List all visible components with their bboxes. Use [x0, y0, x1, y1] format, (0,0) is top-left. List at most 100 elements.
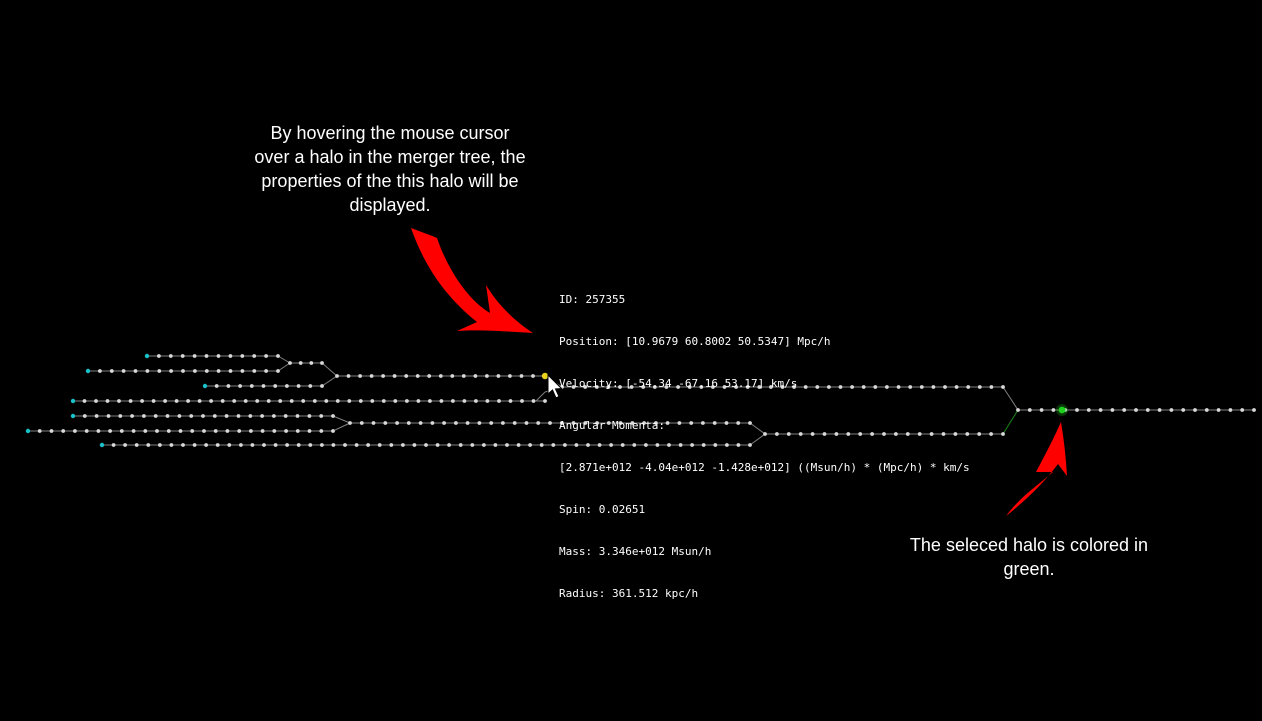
halo-node[interactable] [477, 421, 482, 425]
halo-node[interactable] [1216, 408, 1221, 412]
halo-node[interactable] [346, 374, 351, 378]
halo-node[interactable] [118, 414, 123, 418]
halo-node[interactable] [308, 384, 313, 388]
halo-node[interactable] [296, 384, 301, 388]
halo-node[interactable] [157, 369, 162, 373]
halo-node[interactable] [359, 421, 364, 425]
halo-node[interactable] [1134, 408, 1138, 412]
halo-node[interactable] [192, 443, 197, 447]
halo-node[interactable] [438, 374, 443, 378]
halo-node[interactable] [343, 443, 347, 447]
halo-node[interactable] [309, 361, 314, 365]
halo-node[interactable] [428, 399, 432, 403]
halo-node[interactable] [239, 443, 243, 447]
halo-node[interactable] [1086, 408, 1091, 412]
halo-node[interactable] [192, 354, 197, 358]
halo-node[interactable] [37, 429, 42, 433]
halo-node[interactable] [186, 399, 191, 403]
halo-node[interactable] [209, 399, 214, 403]
halo-node[interactable] [512, 421, 517, 425]
halo-node[interactable] [214, 384, 219, 388]
halo-node[interactable] [98, 369, 102, 373]
halo-node[interactable] [278, 399, 283, 403]
halo-node[interactable] [181, 443, 185, 447]
halo-node[interactable] [1157, 408, 1162, 412]
halo-node[interactable] [155, 429, 159, 433]
halo-node[interactable] [335, 399, 340, 403]
halo-node[interactable] [1051, 408, 1056, 412]
halo-node[interactable] [501, 421, 505, 425]
halo-node[interactable] [168, 354, 173, 358]
halo-node[interactable] [49, 429, 54, 433]
leaf-halo-node[interactable] [144, 353, 150, 359]
halo-node[interactable] [260, 414, 264, 418]
halo-node[interactable] [225, 429, 230, 433]
halo-node[interactable] [989, 385, 994, 389]
halo-node[interactable] [450, 374, 455, 378]
halo-node[interactable] [308, 443, 313, 447]
halo-node[interactable] [485, 374, 489, 378]
halo-node[interactable] [516, 443, 521, 447]
halo-node[interactable] [320, 361, 324, 365]
halo-node[interactable] [166, 429, 171, 433]
halo-node[interactable] [1252, 408, 1256, 412]
halo-node[interactable] [347, 399, 352, 403]
halo-node[interactable] [442, 421, 446, 425]
halo-node[interactable] [551, 443, 556, 447]
halo-node[interactable] [424, 443, 428, 447]
halo-node[interactable] [383, 421, 388, 425]
halo-node[interactable] [163, 399, 168, 403]
leaf-halo-node[interactable] [70, 413, 76, 419]
halo-node[interactable] [497, 399, 501, 403]
halo-node[interactable] [236, 414, 241, 418]
halo-node[interactable] [435, 443, 440, 447]
halo-node[interactable] [272, 429, 277, 433]
halo-node[interactable] [298, 361, 303, 365]
halo-node[interactable] [240, 369, 245, 373]
leaf-halo-node[interactable] [99, 442, 105, 448]
halo-node[interactable] [977, 432, 982, 436]
halo-node[interactable] [458, 443, 463, 447]
halo-node[interactable] [204, 354, 209, 358]
halo-node[interactable] [243, 399, 248, 403]
halo-node[interactable] [505, 443, 509, 447]
halo-node[interactable] [261, 384, 266, 388]
halo-node[interactable] [381, 374, 385, 378]
halo-node[interactable] [240, 354, 245, 358]
halo-node[interactable] [226, 384, 231, 388]
halo-node[interactable] [215, 443, 220, 447]
halo-node[interactable] [202, 429, 206, 433]
halo-node[interactable] [142, 414, 146, 418]
halo-node[interactable] [370, 399, 375, 403]
halo-node[interactable] [106, 414, 111, 418]
halo-node[interactable] [415, 374, 420, 378]
selected-halo-node[interactable] [1058, 406, 1066, 414]
halo-node[interactable] [190, 429, 195, 433]
halo-node[interactable] [366, 443, 370, 447]
halo-node[interactable] [276, 354, 280, 358]
halo-node[interactable] [447, 443, 451, 447]
halo-node[interactable] [528, 443, 532, 447]
halo-node[interactable] [520, 399, 524, 403]
halo-node[interactable] [272, 414, 276, 418]
halo-node[interactable] [224, 414, 229, 418]
halo-node[interactable] [174, 399, 179, 403]
halo-node[interactable] [232, 399, 237, 403]
halo-node[interactable] [1016, 408, 1020, 412]
halo-node[interactable] [197, 399, 202, 403]
halo-node[interactable] [252, 369, 257, 373]
halo-node[interactable] [228, 354, 233, 358]
halo-node[interactable] [228, 369, 233, 373]
halo-node[interactable] [284, 429, 288, 433]
halo-node[interactable] [73, 429, 77, 433]
halo-node[interactable] [153, 414, 158, 418]
halo-node[interactable] [289, 399, 294, 403]
halo-node[interactable] [405, 399, 409, 403]
halo-node[interactable] [474, 399, 478, 403]
halo-node[interactable] [296, 443, 301, 447]
halo-node[interactable] [430, 421, 435, 425]
halo-node[interactable] [295, 429, 300, 433]
halo-node[interactable] [531, 374, 535, 378]
halo-node[interactable] [273, 443, 278, 447]
halo-node[interactable] [1110, 408, 1115, 412]
